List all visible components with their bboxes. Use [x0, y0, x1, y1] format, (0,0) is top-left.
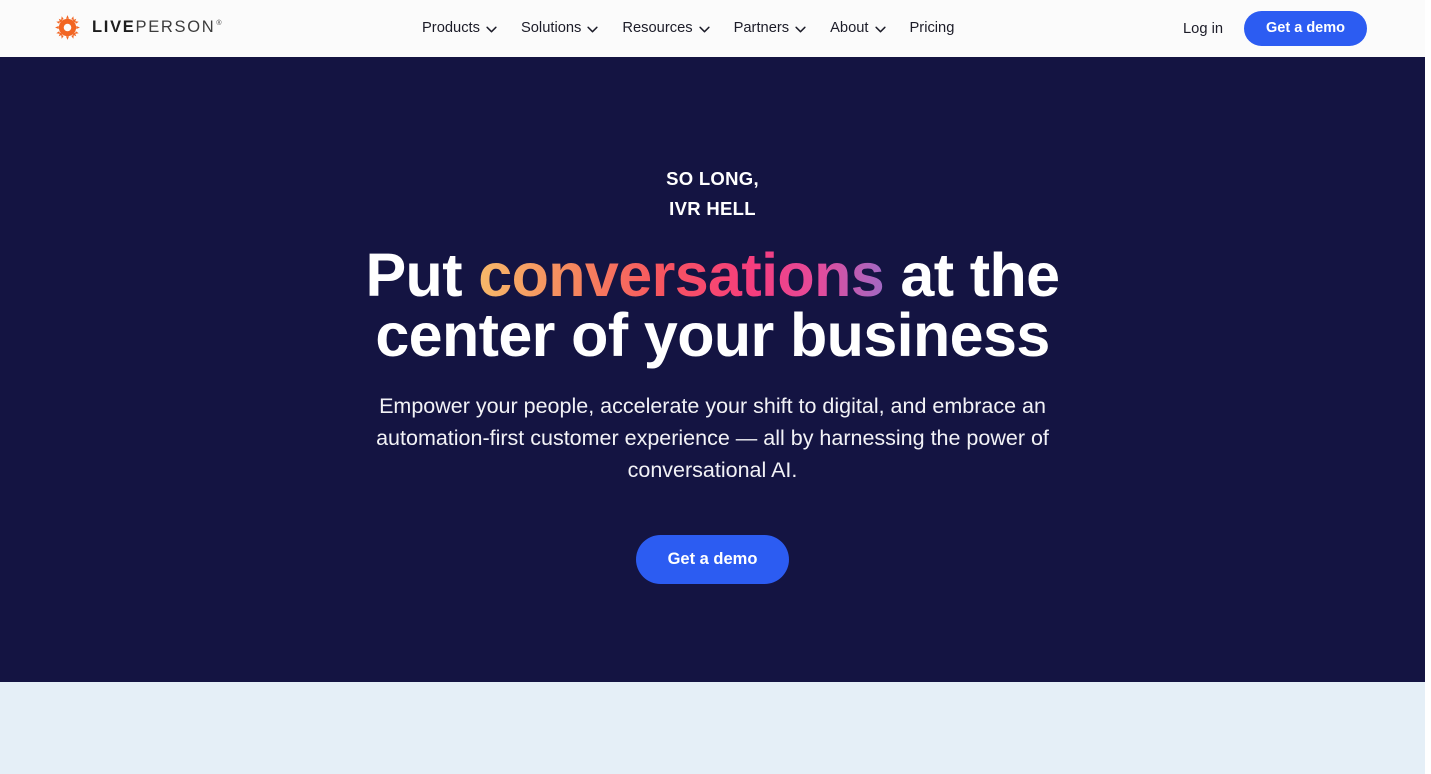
nav-label-partners: Partners	[733, 20, 790, 37]
registered-trademark-icon: ®	[216, 20, 224, 27]
next-section-placeholder	[0, 682, 1425, 774]
nav-item-resources[interactable]: Resources	[622, 17, 710, 40]
site-header: LIVE PERSON ® Products Solutions Resources	[0, 0, 1425, 57]
nav-label-about: About	[830, 20, 869, 37]
hero-eyebrow-line-2: IVR HELL	[669, 198, 756, 219]
chevron-down-icon	[587, 26, 599, 33]
nav-label-pricing: Pricing	[909, 20, 955, 37]
hero-eyebrow-line-1: SO LONG,	[666, 168, 759, 189]
logo-word-person: PERSON	[135, 18, 216, 36]
nav-item-partners[interactable]: Partners	[734, 17, 807, 40]
nav-item-products[interactable]: Products	[422, 17, 497, 40]
chevron-down-icon	[874, 26, 886, 33]
get-a-demo-button-hero[interactable]: Get a demo	[636, 535, 789, 584]
liveperson-logo[interactable]: LIVE PERSON ®	[54, 14, 223, 41]
hero-headline: Put conversations at the center of your …	[333, 245, 1093, 366]
page-root: LIVE PERSON ® Products Solutions Resources	[0, 0, 1431, 774]
hero-subtitle: Empower your people, accelerate your shi…	[376, 394, 1049, 482]
chevron-down-icon	[795, 26, 806, 33]
nav-label-solutions: Solutions	[520, 20, 582, 37]
chevron-down-icon	[698, 26, 710, 33]
scrollbar-gutter[interactable]	[1425, 0, 1431, 774]
hero-headline-gradient-word: conversations	[478, 241, 885, 309]
nav-item-pricing[interactable]: Pricing	[910, 17, 955, 40]
nav-item-solutions[interactable]: Solutions	[520, 17, 599, 40]
login-link[interactable]: Log in	[1183, 21, 1223, 37]
logo-wordmark: LIVE PERSON ®	[92, 18, 223, 37]
nav-label-resources: Resources	[622, 20, 693, 37]
nav-item-about[interactable]: About	[830, 17, 886, 40]
get-a-demo-button-header[interactable]: Get a demo	[1244, 11, 1367, 46]
chevron-down-icon	[486, 26, 497, 33]
header-actions: Log in Get a demo	[1183, 0, 1367, 57]
hero-section: SO LONG, IVR HELL Put conversations at t…	[0, 57, 1425, 682]
primary-navigation: Products Solutions Resources Partners Ab…	[422, 0, 954, 57]
nav-label-products: Products	[422, 20, 480, 37]
hero-eyebrow: SO LONG, IVR HELL	[666, 164, 759, 224]
hero-headline-pre: Put	[365, 241, 479, 309]
gear-sun-icon	[54, 14, 81, 41]
logo-word-live: LIVE	[92, 18, 136, 36]
